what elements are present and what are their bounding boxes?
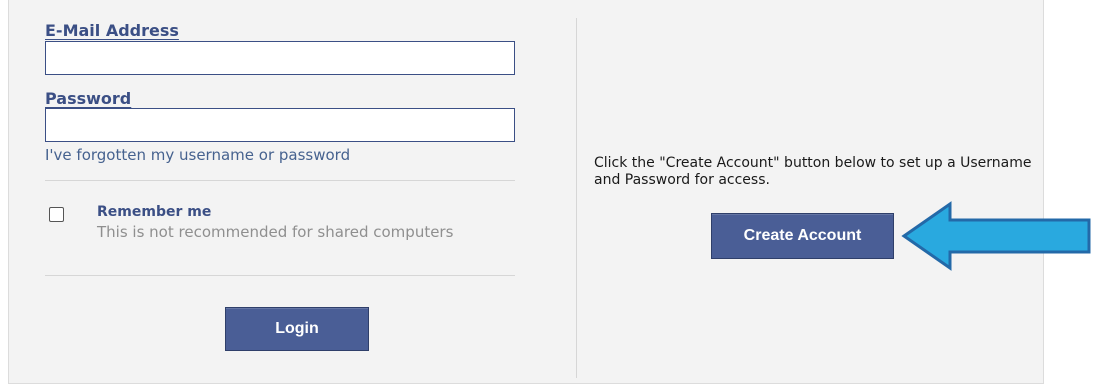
email-label: E-Mail Address: [45, 21, 179, 40]
column-separator: [576, 18, 577, 378]
divider-bottom: [45, 275, 515, 276]
email-field[interactable]: [45, 41, 515, 75]
left-arrow-icon: [901, 201, 1091, 271]
remember-me-hint: This is not recommended for shared compu…: [97, 223, 454, 241]
create-account-instruction: Click the "Create Account" button below …: [594, 155, 1032, 188]
create-account-button[interactable]: Create Account: [711, 213, 894, 259]
remember-me-checkbox[interactable]: [49, 207, 64, 222]
remember-me-label[interactable]: Remember me: [97, 204, 211, 220]
forgot-password-link[interactable]: I've forgotten my username or password: [45, 146, 350, 164]
password-label: Password: [45, 89, 132, 108]
password-field[interactable]: [45, 108, 515, 142]
login-button[interactable]: Login: [225, 307, 369, 351]
login-panel: E-Mail Address Password I've forgotten m…: [8, 0, 1044, 384]
divider-top: [45, 180, 515, 181]
